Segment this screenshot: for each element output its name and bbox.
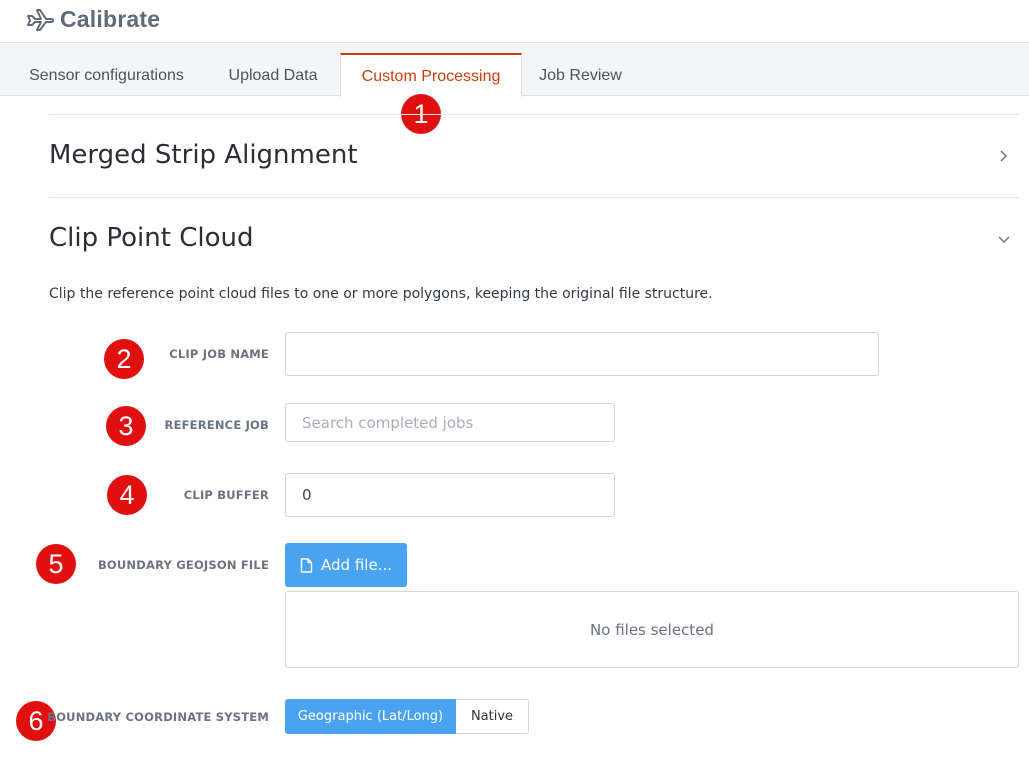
tab-bar: Sensor configurations Upload Data Custom… (0, 44, 1029, 97)
section-divider (49, 197, 1019, 198)
tab-custom-processing[interactable]: Custom Processing (340, 53, 522, 97)
no-files-text: No files selected (590, 621, 714, 639)
section-divider (49, 114, 1019, 115)
top-bar: Calibrate (0, 0, 1029, 43)
coord-option-native[interactable]: Native (456, 699, 529, 734)
clip-job-name-input[interactable] (285, 332, 879, 376)
clip-buffer-label: CLIP BUFFER (183, 488, 269, 502)
brand[interactable]: Calibrate (26, 5, 160, 33)
boundary-geojson-file-label: BOUNDARY GEOJSON FILE (97, 558, 269, 572)
reference-job-search-input[interactable] (285, 403, 615, 442)
coord-option-geographic[interactable]: Geographic (Lat/Long) (285, 699, 456, 734)
section-title-clip-point-cloud[interactable]: Clip Point Cloud (49, 223, 253, 253)
chevron-down-icon[interactable] (997, 232, 1011, 246)
add-file-button[interactable]: Add file... (285, 543, 407, 587)
clip-buffer-input[interactable] (285, 473, 615, 517)
add-file-label: Add file... (321, 556, 392, 574)
boundary-coordinate-system-label: BOUNDARY COORDINATE SYSTEM (47, 710, 269, 724)
section-description: Clip the reference point cloud files to … (49, 286, 713, 302)
section-title-merged-strip-alignment[interactable]: Merged Strip Alignment (49, 140, 358, 170)
file-drop-area[interactable]: No files selected (285, 591, 1019, 668)
app-title: Calibrate (60, 5, 161, 32)
chevron-right-icon[interactable] (996, 149, 1010, 163)
tab-job-review[interactable]: Job Review (527, 53, 634, 96)
tab-upload-data[interactable]: Upload Data (213, 53, 333, 96)
reference-job-label: REFERENCE JOB (164, 418, 269, 432)
clip-job-name-label: CLIP JOB NAME (169, 347, 269, 361)
file-icon (300, 557, 313, 573)
plane-icon (27, 9, 54, 31)
tab-sensor-configurations[interactable]: Sensor configurations (14, 53, 199, 96)
